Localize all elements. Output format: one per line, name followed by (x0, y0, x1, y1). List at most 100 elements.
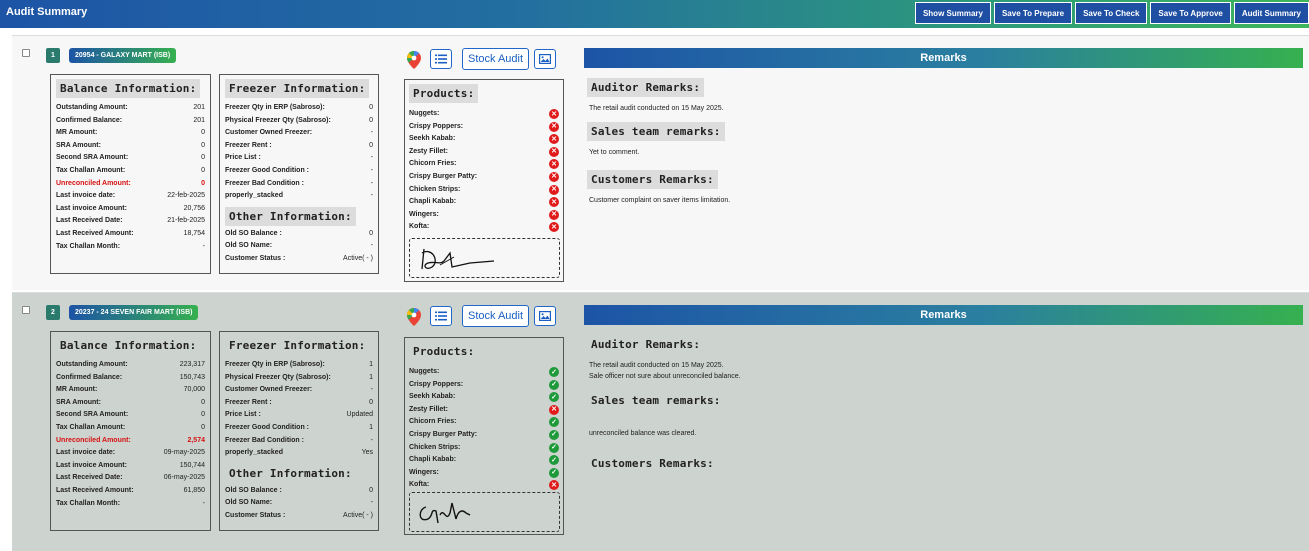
image-button[interactable] (534, 49, 556, 69)
balance-label: Last invoice Amount: (56, 461, 127, 469)
balance-label: Unreconciled Amount: (56, 436, 131, 444)
balance-value: 201 (193, 116, 205, 124)
balance-row: SRA Amount: 0 (56, 142, 205, 155)
balance-value: - (202, 499, 205, 507)
remark-line: The retail audit conducted on 15 May 202… (589, 362, 724, 369)
freezer-value: 1 (369, 423, 373, 431)
other-value: - (370, 242, 373, 250)
freezer-label: Freezer Bad Condition : (225, 436, 304, 444)
other-label: Old SO Name: (225, 499, 273, 507)
product-name: Zesty Fillet: (409, 405, 448, 413)
freezer-row: Price List : - (225, 154, 373, 167)
auditor-remarks-text: The retail audit conducted on 15 May 202… (589, 360, 741, 382)
list-button[interactable] (430, 306, 452, 326)
freezer-value: - (370, 129, 373, 137)
product-name: Nuggets: (409, 110, 440, 117)
balance-label: Last Received Amount: (56, 486, 134, 494)
freezer-info-box: Freezer Information: Freezer Qty in ERP … (219, 74, 379, 274)
save-to-approve-button[interactable]: Save To Approve (1150, 2, 1231, 24)
list-button[interactable] (430, 49, 452, 69)
balance-info-box: Balance Information: Outstanding Amount:… (50, 74, 211, 274)
balance-label: Unreconciled Amount: (56, 179, 131, 187)
other-value: Active( - ) (343, 511, 373, 519)
check-circle-icon: ✓ (549, 417, 559, 428)
product-name: Nuggets: (409, 368, 440, 375)
image-button[interactable] (534, 306, 556, 326)
products-heading: Products: (413, 345, 475, 358)
balance-row: MR Amount: 70,000 (56, 386, 205, 399)
save-to-check-button[interactable]: Save To Check (1075, 2, 1148, 24)
audit-summary-button[interactable]: Audit Summary (1233, 2, 1309, 24)
freezer-label: Freezer Bad Condition : (225, 179, 304, 187)
freezer-label: Freezer Rent : (225, 141, 272, 149)
product-name: Seekh Kabab: (409, 135, 456, 143)
balance-label: Last Received Date: (56, 217, 123, 225)
freezer-row: Freezer Bad Condition : - (225, 437, 373, 450)
product-name: Zesty Fillet: (409, 147, 448, 155)
balance-label: Outstanding Amount: (56, 104, 128, 111)
balance-row: Unreconciled Amount: 0 (56, 180, 205, 193)
stock-audit-button[interactable]: Stock Audit (462, 305, 530, 327)
signature-box (409, 238, 560, 278)
balance-info-box: Balance Information: Outstanding Amount:… (50, 331, 211, 531)
balance-row: Confirmed Balance: 150,743 (56, 374, 205, 387)
x-circle-icon: ✕ (549, 146, 559, 157)
freezer-row: properly_stacked Yes (225, 449, 373, 462)
balance-label: Outstanding Amount: (56, 361, 128, 368)
product-name: Crispy Burger Patty: (409, 172, 478, 180)
balance-row: Tax Challan Amount: 0 (56, 424, 205, 437)
balance-value: 06-may-2025 (163, 474, 205, 482)
freezer-label: Freezer Rent : (225, 398, 272, 406)
freezer-info-heading: Freezer Information: (229, 339, 366, 352)
select-checkbox[interactable] (22, 306, 30, 314)
products-box: Products: Nuggets: ✓ Crispy Poppers: ✓ Seekh… (404, 337, 564, 535)
product-name: Wingers: (409, 210, 439, 218)
balance-value: 0 (201, 411, 205, 419)
stock-audit-button[interactable]: Stock Audit (462, 48, 530, 70)
balance-row: Last Received Amount: 61,850 (56, 487, 205, 500)
products-heading: Products: (409, 84, 479, 103)
other-label: Old SO Balance : (225, 229, 282, 237)
other-row: Customer Status : Active( - ) (225, 255, 373, 268)
remark-line: Yet to comment. (589, 149, 640, 156)
image-icon (539, 311, 551, 321)
auditor-remarks-heading: Auditor Remarks: (587, 78, 705, 97)
sales-remarks-heading: Sales team remarks: (591, 394, 721, 407)
balance-label: Tax Challan Month: (56, 242, 121, 250)
map-pin-icon[interactable] (407, 308, 421, 326)
balance-info-heading: Balance Information: (56, 79, 201, 98)
x-circle-icon: ✕ (549, 159, 559, 170)
balance-label: MR Amount: (56, 129, 98, 137)
balance-label: Last Received Amount: (56, 229, 134, 237)
card-index-badge: 1 (46, 48, 60, 63)
balance-label: Last invoice date: (56, 449, 116, 457)
map-pin-icon[interactable] (407, 51, 421, 69)
balance-value: 61,850 (183, 486, 205, 494)
show-summary-button[interactable]: Show Summary (914, 2, 991, 24)
remarks-header: Remarks (584, 48, 1303, 68)
x-circle-icon: ✕ (549, 109, 559, 119)
product-row: Wingers: ✕ (409, 209, 559, 223)
balance-value: 0 (201, 154, 205, 162)
x-circle-icon: ✕ (549, 184, 559, 195)
freezer-rows: Freezer Qty in ERP (Sabroso): 0 Physical F… (225, 104, 373, 205)
freezer-row: Freezer Rent : 0 (225, 142, 373, 155)
auditor-remarks-heading: Auditor Remarks: (591, 338, 701, 351)
balance-rows: Outstanding Amount: 223,317 Confirmed Bala… (56, 361, 205, 512)
product-row: Zesty Fillet: ✕ (409, 404, 559, 418)
select-checkbox[interactable] (22, 49, 30, 57)
freezer-label: Price List : (225, 154, 261, 162)
balance-info-heading: Balance Information: (60, 339, 197, 352)
freezer-row: Freezer Good Condition : 1 (225, 424, 373, 437)
auditor-remarks-section: Auditor Remarks: The retail audit conduc… (587, 335, 741, 382)
other-row: Old SO Balance : 0 (225, 487, 373, 500)
balance-value: 201 (193, 104, 205, 111)
freezer-label: Customer Owned Freezer: (225, 386, 313, 394)
balance-value: 0 (201, 129, 205, 137)
freezer-label: properly_stacked (225, 449, 283, 457)
save-to-prepare-button[interactable]: Save To Prepare (993, 2, 1073, 24)
freezer-label: Price List : (225, 411, 261, 419)
other-label: Old SO Balance : (225, 486, 282, 494)
freezer-value: - (370, 154, 373, 162)
sales-remarks-text: unreconciled balance was cleared. (589, 428, 725, 439)
